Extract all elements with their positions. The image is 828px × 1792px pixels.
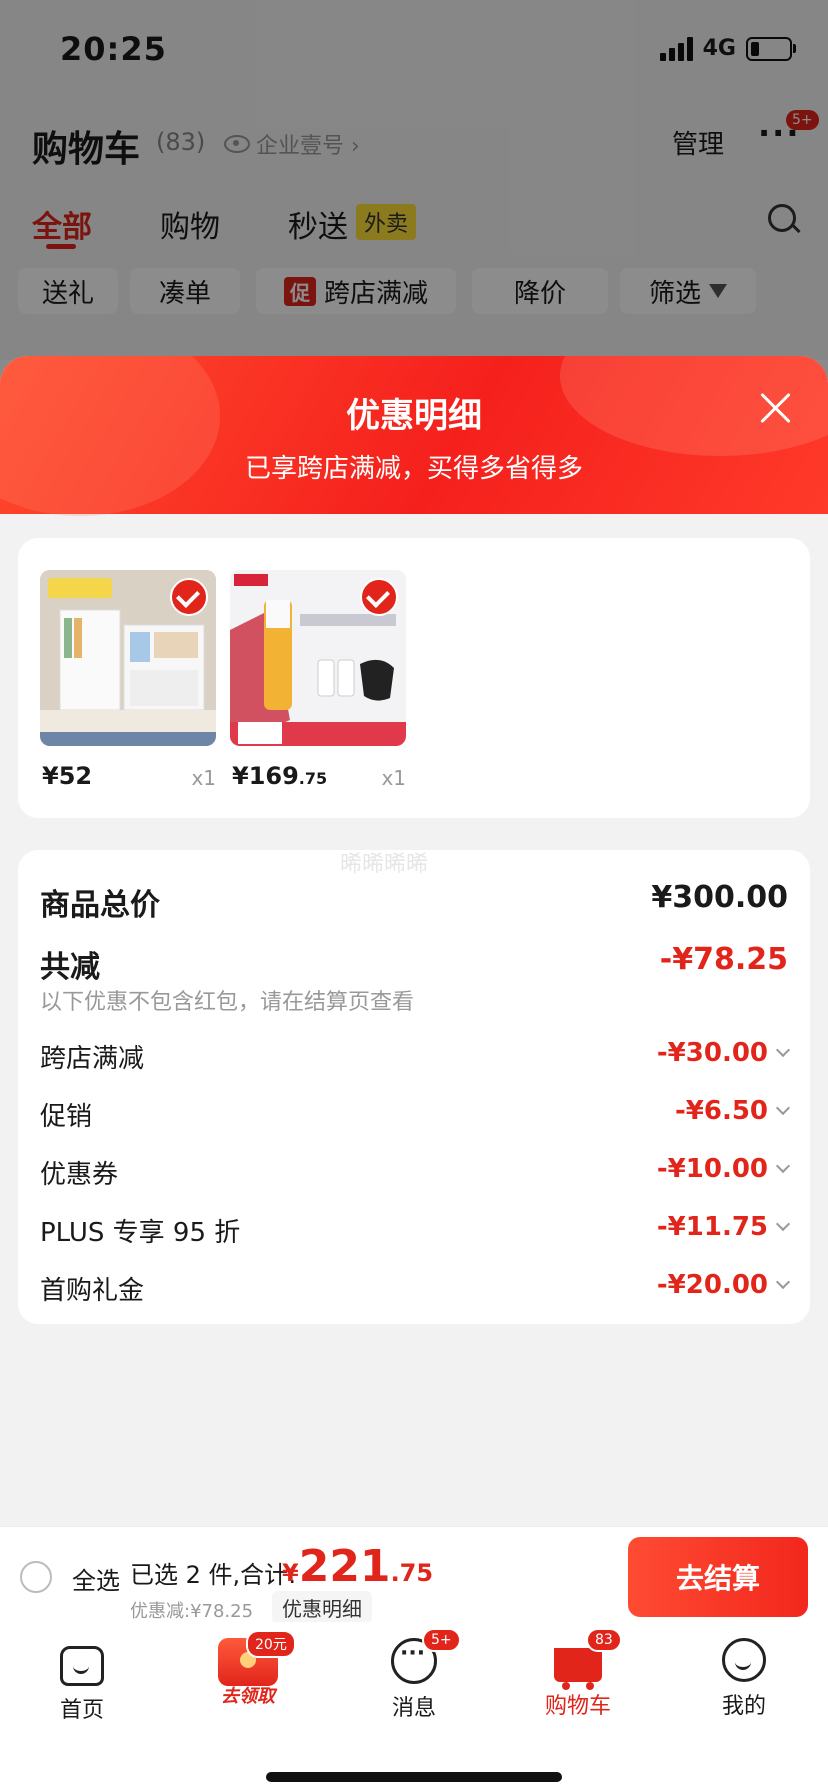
cart-icon [554,1648,602,1690]
discount-item-amount: -¥6.50 [674,1096,768,1126]
checkout-yen: ¥ [282,1559,299,1587]
select-all-radio[interactable] [20,1561,52,1593]
watermark: 晞晞晞晞 [340,852,429,877]
chevron-down-icon [775,1100,791,1116]
checkout-bar: 全选 已选 2 件,合计: ¥ 221 .75 优惠减:¥78.25 优惠明细 … [0,1526,828,1624]
checkout-button[interactable]: 去结算 [628,1537,808,1617]
discount-item-amount: -¥20.00 [656,1270,768,1300]
tab-messages-label: 消息 [391,1696,436,1721]
coupon-badge: 20元 [246,1630,296,1658]
discount-row: 共减 -¥78.25 [40,942,788,985]
discount-item-value: -¥11.75 [656,1212,791,1242]
product-image-sunscreen [230,570,406,746]
tab-messages[interactable]: 5+ 消息 [354,1628,474,1722]
discount-detail-link[interactable]: 优惠明细 [272,1591,372,1624]
product-price-int: ¥169 [232,762,299,790]
discount-item-label: PLUS 专享 95 折 [40,1218,241,1248]
close-icon[interactable] [758,390,794,426]
chevron-down-icon [775,1042,791,1058]
selected-count: 已选 2 件,合计: [130,1561,297,1589]
selected-check-icon[interactable] [360,578,398,616]
discount-item-value: -¥20.00 [656,1270,791,1300]
discount-item-label: 优惠券 [40,1160,119,1190]
cart-badge: 83 [586,1628,622,1652]
selected-check-icon[interactable] [170,578,208,616]
select-all-label[interactable]: 全选 [72,1561,120,1596]
total-value: ¥300.00 [651,880,788,915]
sheet-title: 优惠明细 [346,396,482,436]
product-price-int: ¥52 [42,762,93,790]
product-item[interactable]: ¥52 x1 [40,570,216,790]
discount-value: -¥78.25 [659,942,788,977]
product-image-desk-organizer [40,570,216,746]
discount-item-value: -¥10.00 [656,1154,791,1184]
discount-item-label: 跨店满减 [40,1044,145,1074]
total-row: 商品总价 ¥300.00 [40,880,788,923]
discount-item-label: 促销 [40,1102,93,1132]
overlay-dim[interactable] [0,0,828,360]
profile-icon [722,1638,766,1682]
discount-label: 共减 [40,950,100,985]
discount-item-row[interactable]: PLUS 专享 95 折 -¥11.75 [40,1212,791,1252]
discount-item-row[interactable]: 首购礼金 -¥20.00 [40,1270,791,1310]
discount-item-row[interactable]: 优惠券 -¥10.00 [40,1154,791,1194]
checkout-total-dec: .75 [390,1559,434,1587]
product-price: ¥169.75 [232,762,327,790]
sheet-subtitle: 已享跨店满减，买得多省得多 [244,454,583,484]
tab-me[interactable]: 我的 [684,1638,804,1720]
discount-item-value: -¥6.50 [674,1096,791,1126]
discount-note: 以下优惠不包含红包，请在结算页查看 [40,990,415,1015]
checkout-total-int: 221 [298,1541,391,1592]
product-qty: x1 [191,766,216,790]
price-summary: 商品总价 ¥300.00 共减 -¥78.25 以下优惠不包含红包，请在结算页查… [18,850,810,1324]
home-icon [60,1646,104,1686]
product-item[interactable]: ¥169.75 x1 [230,570,406,790]
tab-home-label: 首页 [59,1698,104,1723]
discount-item-amount: -¥11.75 [656,1212,768,1242]
chevron-down-icon [775,1274,791,1290]
saved-amount: 优惠减:¥78.25 [130,1601,254,1622]
home-indicator [266,1772,562,1782]
tab-home[interactable]: 首页 [22,1638,142,1724]
tab-coupon[interactable]: 20元 去领取 [188,1630,308,1708]
discount-item-row[interactable]: 促销 -¥6.50 [40,1096,791,1136]
discount-item-row[interactable]: 跨店满减 -¥30.00 [40,1038,791,1078]
tab-me-label: 我的 [721,1694,766,1719]
product-price-dec: .75 [298,769,328,788]
chevron-down-icon [775,1158,791,1174]
bottom-tab-bar: 首页 20元 去领取 5+ 消息 83 购物车 我的 [0,1622,828,1792]
product-qty: x1 [381,766,406,790]
tab-cart-label: 购物车 [544,1694,611,1719]
chevron-down-icon [775,1216,791,1232]
discount-item-amount: -¥10.00 [656,1154,768,1184]
product-price: ¥52 [42,762,92,790]
messages-badge: 5+ [422,1628,461,1652]
total-label: 商品总价 [40,888,160,923]
checkout-total: ¥ 221 .75 [282,1541,433,1592]
product-list: ¥52 x1 ¥169.75 x1 [18,538,810,818]
discount-item-value: -¥30.00 [656,1038,791,1068]
discount-item-amount: -¥30.00 [656,1038,768,1068]
tab-cart[interactable]: 83 购物车 [518,1628,638,1720]
discount-item-label: 首购礼金 [40,1276,145,1306]
sheet-header: 优惠明细 已享跨店满减，买得多省得多 [0,356,828,516]
